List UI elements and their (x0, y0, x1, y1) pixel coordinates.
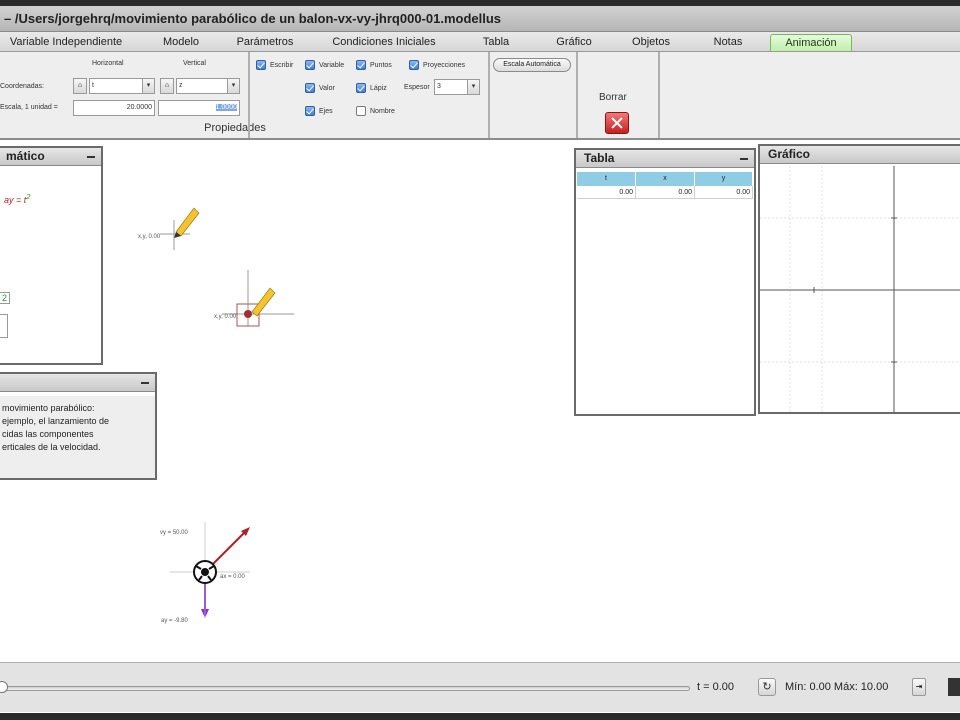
model-fragment: 2 (0, 292, 11, 304)
app-window: – /Users/jorgehrq/movimiento parabólico … (0, 0, 960, 720)
table-row: 0.00 0.00 0.00 (577, 186, 753, 199)
reset-icon[interactable]: ↻ (758, 678, 776, 696)
minimize-icon[interactable] (87, 156, 95, 158)
minimize-icon[interactable] (141, 382, 149, 384)
vertical-label: Vertical (183, 60, 206, 67)
model-fragment-box (0, 314, 8, 338)
espesor-label: Espesor (404, 84, 430, 91)
chevron-down-icon: ▾ (227, 79, 239, 93)
escala-vertical-input[interactable]: 1.0000 (158, 100, 240, 116)
tabla-column-y[interactable]: y (695, 172, 753, 186)
escala-automatica-button[interactable]: Escala Automática (493, 58, 571, 72)
menu-strip (0, 0, 960, 6)
proyecciones-checkbox[interactable] (409, 60, 419, 70)
ejes-checkbox[interactable] (305, 106, 315, 116)
vertical-select[interactable]: z ▾ (176, 78, 240, 94)
puntos-checkbox[interactable] (356, 60, 366, 70)
tabla-panel: Tabla t x y 0.00 0.00 0.00 (574, 148, 756, 416)
pencil-2-label: x,y, 0.00 (214, 314, 237, 320)
window-edge (948, 678, 960, 696)
tab-parametros[interactable]: Parámetros (226, 34, 304, 51)
tabla-column-t[interactable]: t (577, 172, 636, 186)
horizontal-select[interactable]: t ▾ (89, 78, 155, 94)
tab-condiciones-iniciales[interactable]: Condiciones Iniciales (318, 34, 450, 51)
tab-animacion[interactable]: Animación (770, 34, 852, 51)
lapiz-label: Lápiz (370, 85, 387, 92)
grafico-panel-header[interactable]: Gráfico (760, 146, 960, 164)
tabla-header-row: t x y (577, 172, 753, 186)
bottom-strip (0, 713, 960, 720)
vertical-var-button[interactable]: ⌂ (160, 78, 174, 94)
nombre-label: Nombre (370, 108, 395, 115)
valor-checkbox[interactable] (305, 83, 315, 93)
table-cell[interactable]: 0.00 (695, 186, 753, 199)
ribbon-separator (576, 52, 578, 138)
model-equation: ay = t2 (4, 192, 31, 205)
coordenadas-label: Coordenadas: (0, 83, 44, 90)
tabla-column-x[interactable]: x (636, 172, 695, 186)
ejes-label: Ejes (319, 108, 333, 115)
escala-label: Escala, 1 unidad = (0, 104, 58, 111)
pencil-1-label: x,y, 0.00 (138, 234, 161, 240)
tab-notas[interactable]: Notas (700, 34, 756, 51)
variable-label: Variable (319, 62, 345, 69)
chevron-down-icon: ▾ (467, 80, 479, 94)
grafico-panel: Gráfico (758, 144, 960, 414)
ay-label: ay = -9.80 (161, 618, 189, 624)
notas-body[interactable]: movimiento parabólico: ejemplo, el lanza… (0, 396, 155, 478)
nombre-checkbox[interactable] (356, 106, 366, 116)
horizontal-label: Horizontal (92, 60, 124, 67)
grafico-plot (760, 166, 960, 412)
vy-label: vy = 50.00 (160, 530, 189, 536)
pencil-object-2[interactable]: x,y, 0.00 (214, 270, 294, 327)
playback-bar: t = 0.00 ↻ Mín: 0.00 Máx: 10.00 ⇥ (0, 662, 960, 720)
proyecciones-label: Proyecciones (423, 62, 466, 69)
min-max-readout: Mín: 0.00 Máx: 10.00 (785, 681, 889, 693)
escala-horizontal-input[interactable]: 20.0000 (73, 100, 155, 116)
ball-object[interactable]: vy = 50.00 ay = -9.80 ax = 0.00 (160, 522, 250, 624)
pencil-object-1[interactable]: x,y, 0.00 (138, 207, 200, 250)
end-icon[interactable]: ⇥ (912, 678, 926, 696)
time-slider[interactable] (0, 686, 690, 691)
time-readout: t = 0.00 (697, 681, 735, 693)
title-bar: – /Users/jorgehrq/movimiento parabólico … (0, 0, 960, 32)
valor-label: Valor (319, 85, 335, 92)
notas-panel-header[interactable] (0, 374, 155, 392)
window-title: – /Users/jorgehrq/movimiento parabólico … (4, 11, 502, 26)
table-cell[interactable]: 0.00 (636, 186, 695, 199)
modelo-panel: mático ay = t2 2 (0, 146, 103, 365)
propiedades-section-title: Propiedades (204, 122, 266, 134)
ax-label: ax = 0.00 (220, 574, 246, 580)
tabla-panel-header[interactable]: Tabla (576, 150, 754, 168)
ribbon: Horizontal Vertical Coordenadas: ⌂ t ▾ ⌂… (0, 52, 960, 140)
tab-tabla[interactable]: Tabla (470, 34, 522, 51)
modelo-panel-header[interactable]: mático (0, 148, 101, 166)
tab-variable-independiente[interactable]: Variable Independiente (0, 34, 132, 51)
tab-grafico[interactable]: Gráfico (544, 34, 604, 51)
escribir-checkbox[interactable] (256, 60, 266, 70)
ribbon-separator (488, 52, 490, 138)
variable-checkbox[interactable] (305, 60, 315, 70)
ribbon-separator (658, 52, 660, 138)
tab-objetos[interactable]: Objetos (622, 34, 680, 51)
puntos-label: Puntos (370, 62, 392, 69)
lapiz-checkbox[interactable] (356, 83, 366, 93)
tab-bar: Variable Independiente Modelo Parámetros… (0, 32, 960, 52)
borrar-icon[interactable] (605, 112, 629, 134)
minimize-icon[interactable] (740, 158, 748, 160)
escribir-label: Escribir (270, 62, 294, 69)
borrar-label[interactable]: Borrar (599, 92, 627, 103)
horizontal-var-button[interactable]: ⌂ (73, 78, 87, 94)
chevron-down-icon: ▾ (142, 79, 154, 93)
time-slider-handle[interactable] (0, 681, 8, 693)
tab-modelo[interactable]: Modelo (150, 34, 212, 51)
espesor-select[interactable]: 3 ▾ (434, 79, 480, 95)
ribbon-separator (248, 52, 250, 138)
notas-panel: movimiento parabólico: ejemplo, el lanza… (0, 372, 157, 480)
table-cell[interactable]: 0.00 (577, 186, 636, 199)
